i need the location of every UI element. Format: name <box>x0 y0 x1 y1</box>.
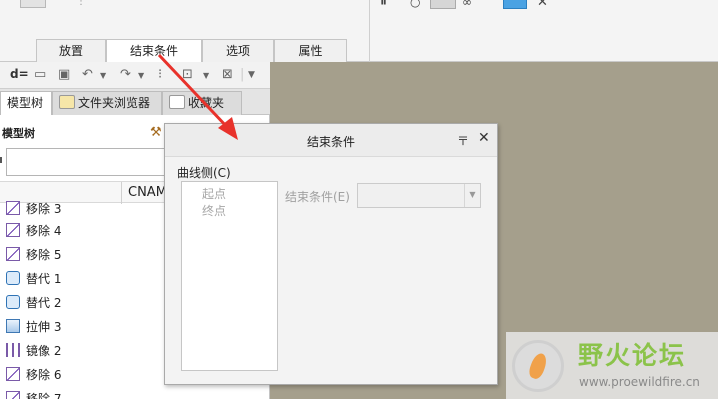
tree-item[interactable]: 镜像 2 <box>6 339 61 361</box>
tab-favorites[interactable]: 收藏夹 <box>162 91 242 115</box>
filter-indicator <box>0 157 4 163</box>
favorites-icon <box>169 95 185 109</box>
column-cname[interactable]: CNAM <box>128 185 167 200</box>
undo-icon[interactable]: ↶ <box>82 67 93 82</box>
window-dropdown-icon[interactable]: ▼ <box>203 71 209 80</box>
tree-item[interactable]: 移除 6 <box>6 363 61 385</box>
more-icon[interactable]: ⋮ <box>76 0 86 7</box>
customize-icon[interactable]: ▼ <box>248 70 255 80</box>
save-icon[interactable]: ▣ <box>58 67 70 82</box>
tree-item[interactable]: 移除 5 <box>6 243 61 265</box>
preview-icon[interactable]: ○ <box>410 0 420 9</box>
tab-properties[interactable]: 属性 <box>274 39 347 62</box>
open-icon[interactable]: ▭ <box>34 67 46 82</box>
glasses-icon[interactable]: ∞ <box>462 0 472 9</box>
remove-icon <box>6 201 20 215</box>
substitute-icon <box>6 271 20 285</box>
tree-item[interactable]: 移除 3 <box>6 197 61 219</box>
close-window-icon[interactable]: ⊠ <box>222 67 233 82</box>
tab-options[interactable]: 选项 <box>202 39 274 62</box>
column-divider[interactable] <box>121 182 122 204</box>
quick-access-toolbar: d= ▭ ▣ ↶ ▼ ↷ ▼ ⁝ ⊡ ▼ ⊠ | ▼ <box>0 62 270 89</box>
flame-logo-icon <box>512 340 564 392</box>
tree-item[interactable]: 替代 1 <box>6 267 61 289</box>
ribbon-tabs: 放置 结束条件 选项 属性 <box>36 39 347 62</box>
watermark-url: www.proewildfire.cn <box>579 375 700 389</box>
list-item-end[interactable]: 终点 <box>202 202 226 219</box>
substitute-icon <box>6 295 20 309</box>
tree-item[interactable]: 移除 4 <box>6 219 61 241</box>
remove-icon <box>6 247 20 261</box>
remove-icon <box>6 391 20 399</box>
folder-icon <box>59 95 75 109</box>
tree-item-label: 移除 7 <box>26 391 62 399</box>
watermark: 野火论坛 www.proewildfire.cn <box>506 332 718 399</box>
tab-folder-browser-label: 文件夹浏览器 <box>78 96 151 110</box>
navigator-tabs: 模型树 文件夹浏览器 收藏夹 <box>0 89 270 115</box>
ribbon: ⋮ ⏸ ○ ∞ ✕ 放置 结束条件 选项 属性 <box>0 0 718 62</box>
cancel-icon[interactable]: ✕ <box>537 0 548 10</box>
tree-item-label: 替代 2 <box>26 295 62 310</box>
pause-icon[interactable]: ⏸ <box>380 0 387 10</box>
watermark-title: 野火论坛 <box>578 341 687 370</box>
model-tree-filter-input[interactable] <box>6 148 171 176</box>
datum-icon[interactable]: d= <box>10 67 29 81</box>
dialog-title: 结束条件 <box>306 135 355 149</box>
tree-item-label: 移除 4 <box>26 223 62 238</box>
list-item-start[interactable]: 起点 <box>202 185 226 202</box>
chevron-down-icon[interactable]: ▼ <box>464 184 480 207</box>
tree-item-label: 移除 3 <box>26 201 62 216</box>
close-icon[interactable]: ✕ <box>478 130 490 146</box>
curve-side-list[interactable]: 起点 终点 <box>181 181 278 371</box>
ribbon-separator <box>369 0 370 62</box>
tree-item-label: 镜像 2 <box>26 343 62 358</box>
curve-side-label: 曲线侧(C) <box>177 166 231 180</box>
tab-model-tree[interactable]: 模型树 <box>0 91 52 115</box>
mirror-icon <box>6 343 20 357</box>
toolbar-divider: | <box>240 67 245 82</box>
remove-icon <box>6 367 20 381</box>
tab-placement[interactable]: 放置 <box>36 39 106 62</box>
tab-folder-browser[interactable]: 文件夹浏览器 <box>52 91 162 115</box>
ribbon-control[interactable] <box>20 0 46 8</box>
end-condition-dialog: 结束条件 〒 ✕ 曲线侧(C) 起点 终点 结束条件(E) ▼ <box>164 123 498 385</box>
tab-end-condition[interactable]: 结束条件 <box>106 39 202 62</box>
tree-item-label: 拉伸 3 <box>26 319 62 334</box>
window-icon[interactable]: ⊡ <box>182 67 193 82</box>
dialog-titlebar[interactable]: 结束条件 〒 ✕ <box>165 124 497 157</box>
end-condition-select[interactable]: ▼ <box>357 183 481 208</box>
redo-dropdown-icon[interactable]: ▼ <box>138 71 144 80</box>
undo-dropdown-icon[interactable]: ▼ <box>100 71 106 80</box>
tree-item[interactable]: 替代 2 <box>6 291 61 313</box>
extrude-icon <box>6 319 20 333</box>
pin-icon[interactable]: 〒 <box>457 132 469 149</box>
regenerate-icon[interactable]: ⁝ <box>158 67 162 82</box>
tab-model-tree-label: 模型树 <box>7 96 44 110</box>
ok-button[interactable] <box>503 0 527 9</box>
tree-item[interactable]: 拉伸 3 <box>6 315 61 337</box>
end-condition-label: 结束条件(E) <box>285 190 350 204</box>
redo-icon[interactable]: ↷ <box>120 67 131 82</box>
settings-hammer-icon[interactable]: ⚒ <box>150 125 164 140</box>
tree-item-label: 移除 5 <box>26 247 62 262</box>
tab-favorites-label: 收藏夹 <box>188 96 225 110</box>
verify-button[interactable] <box>430 0 456 9</box>
remove-icon <box>6 223 20 237</box>
tree-item-label: 替代 1 <box>26 271 62 286</box>
tree-item-label: 移除 6 <box>26 367 62 382</box>
tree-item[interactable]: 移除 7 <box>6 387 61 399</box>
